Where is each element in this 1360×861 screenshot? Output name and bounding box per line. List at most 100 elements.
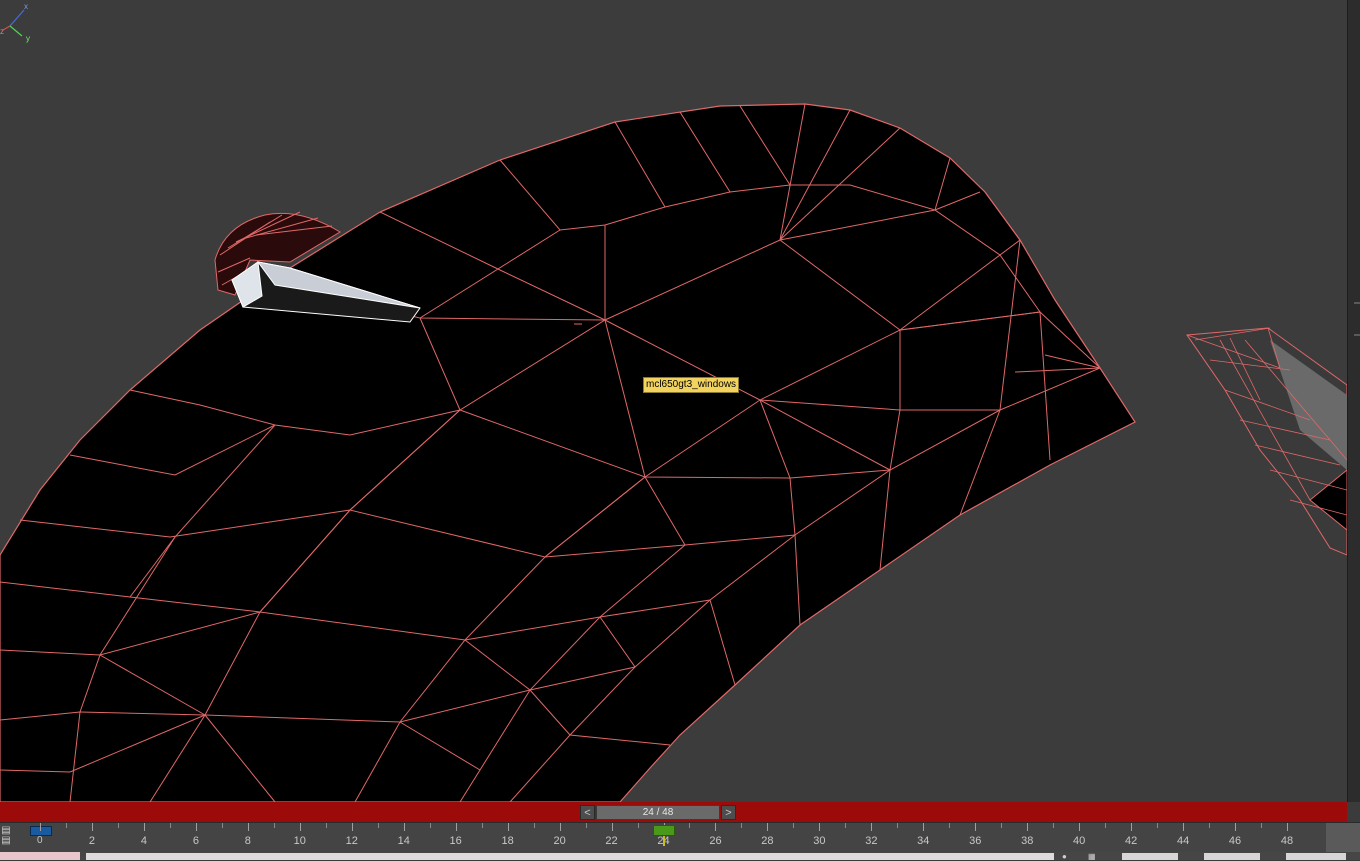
object-name-tooltip: mcl650gt3_windows (643, 377, 740, 393)
status-coord-box[interactable] (1286, 853, 1346, 860)
trackbar-tick (91, 823, 93, 831)
trackbar-tick (1183, 823, 1185, 831)
trackbar-tick (1027, 823, 1029, 831)
trackbar-tick (1235, 823, 1237, 831)
trackbar-ticks[interactable]: 2468101214161820222426283032343638404244… (32, 823, 1332, 853)
trackbar[interactable]: ▤▤ 0 24681012141618202224262830323436384… (0, 822, 1360, 853)
trackbar-tick-label: 28 (761, 835, 774, 847)
trackbar-tick-label: 32 (865, 835, 878, 847)
time-slider-prev-button[interactable]: < (580, 805, 595, 820)
trackbar-tick (741, 823, 743, 828)
trackbar-tick (507, 823, 509, 831)
trackbar-tick-label: 18 (501, 835, 514, 847)
trackbar-tick (949, 823, 951, 828)
time-slider[interactable]: < 24 / 48 > (0, 802, 1347, 822)
trackbar-tick (1209, 823, 1211, 828)
trackbar-tick (689, 823, 691, 828)
grid-icon[interactable]: ▦ (1088, 853, 1100, 861)
trackbar-tick-label: 30 (813, 835, 826, 847)
status-coord-box[interactable] (1204, 853, 1260, 860)
trackbar-tick-label: 6 (192, 835, 199, 847)
trackbar-tick (377, 823, 379, 828)
status-prompt-field[interactable] (86, 853, 1054, 860)
trackbar-tick (585, 823, 587, 828)
trackbar-tick (819, 823, 821, 831)
trackbar-tick-label: 16 (449, 835, 462, 847)
trackbar-tick (1001, 823, 1003, 828)
current-frame-key[interactable] (653, 825, 675, 836)
trackbar-tick (845, 823, 847, 828)
trackbar-tick-label: 8 (244, 835, 251, 847)
trackbar-tick (533, 823, 535, 828)
axis-tripod-gizmo: x y z (0, 2, 30, 43)
trackbar-tick (923, 823, 925, 831)
trackbar-tick-label: 48 (1280, 835, 1294, 847)
trackbar-tick (1261, 823, 1263, 828)
locate-icon[interactable]: ● (1062, 853, 1071, 861)
trackbar-tick (429, 823, 431, 828)
trackbar-tick (767, 823, 769, 831)
trackbar-tick (1079, 823, 1081, 831)
trackbar-tick-label: 4 (140, 835, 147, 847)
trackbar-tick-label: 12 (345, 835, 358, 847)
trackbar-tick (975, 823, 977, 831)
trackbar-tick-label: 20 (553, 835, 566, 847)
trackbar-tick-label: 10 (293, 835, 306, 847)
trackbar-tick-label: 36 (969, 835, 982, 847)
trackbar-tick (143, 823, 145, 831)
status-bar: ● ▦ (0, 852, 1360, 861)
trackbar-tick (1053, 823, 1055, 828)
trackbar-tick (715, 823, 717, 831)
trackbar-tick (195, 823, 197, 831)
trackbar-tick (637, 823, 639, 828)
mesh-side-object[interactable] (1186, 327, 1347, 556)
trackbar-tick-label: 46 (1228, 835, 1242, 847)
scroll-notch (1354, 334, 1360, 336)
trackbar-tick (273, 823, 275, 828)
mini-curve-editor-icon[interactable]: ▤ ▤ (0, 826, 12, 846)
trackbar-tick (455, 823, 457, 831)
viewport-canvas[interactable] (0, 0, 1347, 802)
viewport-right-scroll-edge[interactable] (1347, 0, 1360, 802)
mesh-windows-surface[interactable] (0, 103, 1136, 802)
trackbar-tick (403, 823, 405, 831)
gizmo-y-label: y (26, 34, 30, 43)
trackbar-tick-label: 14 (397, 835, 410, 847)
trackbar-tick (559, 823, 561, 831)
current-frame-marker (663, 836, 665, 846)
gizmo-x-label: x (24, 2, 28, 11)
trackbar-tick-label: 26 (709, 835, 722, 847)
trackbar-tick (247, 823, 249, 831)
trackbar-tick (221, 823, 223, 828)
trackbar-tick-label: 22 (605, 835, 618, 847)
time-slider-next-button[interactable]: > (721, 805, 736, 820)
trackbar-tick (169, 823, 171, 828)
trackbar-tick (1105, 823, 1107, 828)
gizmo-z-label: z (0, 27, 4, 36)
trackbar-tick (325, 823, 327, 828)
maxscript-listener-mini[interactable] (0, 852, 80, 860)
trackbar-tick (481, 823, 483, 828)
trackbar-tick (897, 823, 899, 828)
trackbar-tick-label: 34 (917, 835, 930, 847)
trackbar-tick (299, 823, 301, 831)
status-coord-box[interactable] (1122, 853, 1178, 860)
trackbar-tick (1157, 823, 1159, 828)
trackbar-tick (117, 823, 119, 828)
trackbar-tick (871, 823, 873, 831)
time-slider-thumb[interactable]: 24 / 48 (596, 805, 720, 820)
trackbar-tick (351, 823, 353, 831)
trackbar-tick (40, 823, 41, 831)
trackbar-tick-label: 40 (1073, 835, 1086, 847)
trackbar-end-panel (1326, 823, 1360, 853)
trackbar-tick (65, 823, 67, 828)
perspective-viewport[interactable]: mcl650gt3_windows x y z (0, 0, 1347, 802)
trackbar-tick-label: 44 (1176, 835, 1190, 847)
trackbar-tick-label: 38 (1021, 835, 1034, 847)
trackbar-tick (793, 823, 795, 828)
scroll-notch (1354, 302, 1360, 304)
trackbar-tick (1287, 823, 1288, 831)
trackbar-tick (1131, 823, 1133, 831)
trackbar-tick (611, 823, 613, 831)
trackbar-tick-label: 2 (88, 835, 96, 847)
